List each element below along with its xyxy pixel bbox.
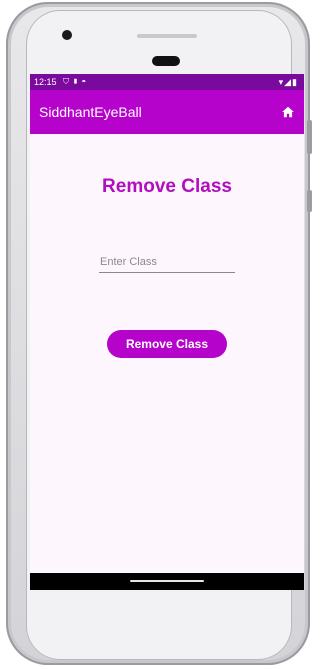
- status-right-icons: ▾◢▮: [279, 74, 298, 90]
- remove-class-button[interactable]: Remove Class: [107, 330, 227, 358]
- earpiece-speaker: [152, 56, 180, 66]
- front-camera: [62, 30, 72, 40]
- status-time: 12:15: [34, 77, 57, 87]
- home-icon[interactable]: [281, 105, 295, 119]
- power-button: [307, 190, 312, 212]
- status-bar: 12:15 ⛉▮◓ ▾◢▮: [30, 74, 304, 90]
- page-title: Remove Class: [102, 176, 232, 197]
- top-speaker-slit: [137, 34, 197, 38]
- app-bar: SiddhantEyeBall: [30, 90, 304, 134]
- home-gesture-handle[interactable]: [130, 580, 204, 582]
- navigation-bar: [30, 573, 304, 590]
- battery-icon: ▮: [292, 77, 298, 87]
- shield-icon: ⛉: [63, 77, 72, 86]
- sim-icon: ▮: [72, 77, 82, 86]
- volume-button: [307, 120, 312, 154]
- class-input[interactable]: [99, 252, 235, 273]
- circle-icon: ◓: [81, 77, 90, 86]
- screen: 12:15 ⛉▮◓ ▾◢▮ SiddhantEyeBall Remove Cla…: [30, 74, 304, 590]
- app-title: SiddhantEyeBall: [39, 104, 142, 120]
- signal-icon: ◢: [284, 77, 293, 87]
- status-left-icons: ⛉▮◓: [63, 74, 89, 90]
